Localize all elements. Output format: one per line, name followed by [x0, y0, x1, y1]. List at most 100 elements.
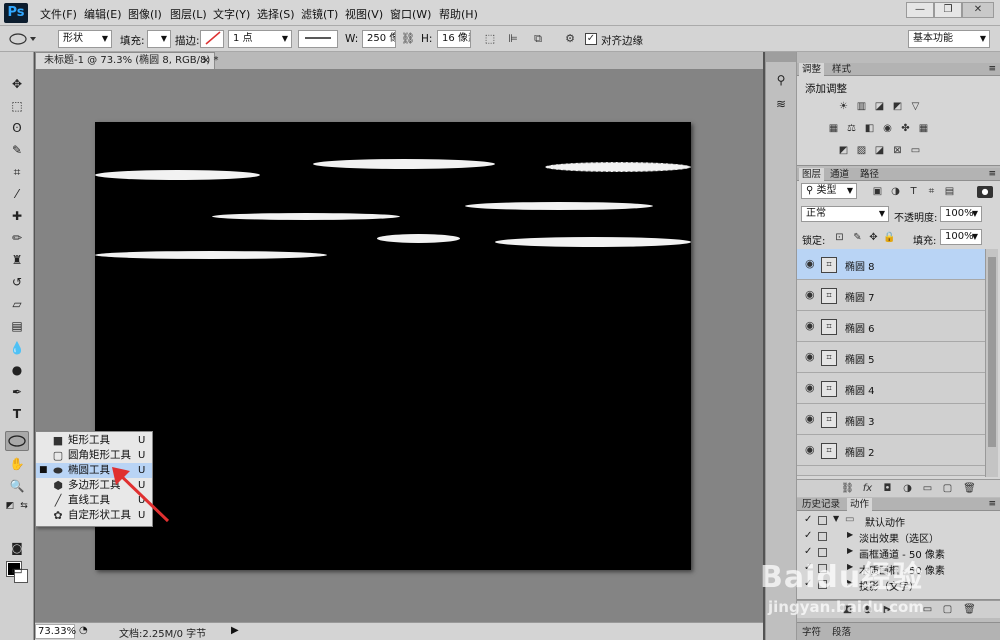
lock-transparent-icon[interactable]: ⊡	[833, 232, 846, 244]
stroke-type-select[interactable]	[298, 30, 338, 48]
eye-icon[interactable]: ◉	[805, 412, 815, 425]
tool-preset-picker[interactable]	[6, 31, 38, 47]
ellipse-shape[interactable]	[212, 213, 400, 220]
tab-layers[interactable]: 图层	[799, 168, 825, 181]
hue-saturation-icon[interactable]: ▦	[827, 123, 840, 135]
eraser-tool-icon[interactable]: ▱	[9, 296, 25, 312]
crop-tool-icon[interactable]: ⌗	[9, 164, 25, 180]
flyout-item-rectangle[interactable]: ■ 矩形工具 U	[36, 433, 152, 448]
vibrance-icon[interactable]: ▽	[909, 101, 922, 113]
lasso-tool-icon[interactable]: ʘ	[9, 120, 25, 136]
fx-icon[interactable]: fx	[861, 482, 874, 495]
curves-icon[interactable]: ◪	[873, 101, 886, 113]
align-edges-checkbox[interactable]: ✓	[585, 33, 597, 45]
menu-file[interactable]: 文件(F)	[40, 6, 77, 22]
stroke-swatch[interactable]	[200, 30, 224, 48]
hand-tool-icon[interactable]: ✋	[9, 456, 25, 472]
channel-mixer-icon[interactable]: ✤	[899, 123, 912, 135]
layer-row[interactable]: ◉ ⌗ 椭圆 6	[797, 311, 985, 342]
menu-view[interactable]: 视图(V)	[345, 6, 383, 22]
filter-type-icon[interactable]: T	[907, 186, 920, 198]
document-canvas[interactable]	[95, 122, 691, 570]
filter-shape-icon[interactable]: ⌗	[925, 186, 938, 198]
type-tool-icon[interactable]: T	[9, 406, 25, 422]
ellipse-shape[interactable]	[495, 237, 691, 247]
zoom-tool-icon[interactable]: 🔍	[9, 478, 25, 494]
height-field[interactable]: 16 像素	[437, 30, 471, 48]
default-colors-icon[interactable]: ◩	[4, 498, 16, 511]
path-arrangement-icon[interactable]: ⧉	[530, 31, 546, 47]
color-balance-icon[interactable]: ⚖	[845, 123, 858, 135]
minimize-button[interactable]: —	[906, 2, 934, 18]
action-row[interactable]: ✓ ▼ ▭ 默认动作	[797, 513, 987, 529]
eye-icon[interactable]: ◉	[805, 443, 815, 456]
eyedropper-tool-icon[interactable]: ⁄	[9, 186, 25, 202]
status-info-icon[interactable]: ◔	[79, 625, 88, 636]
menu-image[interactable]: 图像(I)	[128, 6, 162, 22]
black-white-icon[interactable]: ◧	[863, 123, 876, 135]
gradient-map-icon[interactable]: ▭	[909, 145, 922, 157]
eye-icon[interactable]: ◉	[805, 350, 815, 363]
layers-scrollbar[interactable]	[985, 249, 998, 477]
filter-pixel-icon[interactable]: ▣	[871, 186, 884, 198]
layer-filter-select[interactable]: ⚲ 类型 ▼	[801, 183, 857, 199]
marquee-tool-icon[interactable]: ⬚	[9, 98, 25, 114]
eye-icon[interactable]: ◉	[805, 381, 815, 394]
opacity-field[interactable]: 100% ▼	[940, 206, 982, 222]
photo-filter-icon[interactable]: ◉	[881, 123, 894, 135]
document-tab[interactable]: 未标题-1 @ 73.3% (椭圆 8, RGB/8) * ×	[35, 52, 218, 69]
swap-colors-icon[interactable]: ⇆	[18, 498, 30, 511]
restore-button[interactable]: ❐	[934, 2, 962, 18]
ellipse-shape[interactable]	[465, 202, 653, 210]
color-lookup-icon[interactable]: ▦	[917, 123, 930, 135]
menu-select[interactable]: 选择(S)	[257, 6, 295, 22]
threshold-icon[interactable]: ◪	[873, 145, 886, 157]
group-folder-icon[interactable]: ▭	[921, 482, 934, 495]
menu-filter[interactable]: 滤镜(T)	[301, 6, 338, 22]
dialog-toggle-box[interactable]	[818, 516, 827, 525]
menu-layer[interactable]: 图层(L)	[170, 6, 207, 22]
filter-smart-object-icon[interactable]: ▤	[943, 186, 956, 198]
layer-row[interactable]: ◉ ⌗ 椭圆 3	[797, 404, 985, 435]
tab-history[interactable]: 历史记录	[799, 498, 843, 511]
layer-row-partial[interactable]	[797, 466, 985, 476]
workspace-select[interactable]: 基本功能 ▼	[908, 30, 990, 48]
trash-icon[interactable]: 🗑	[963, 482, 976, 495]
brush-presets-icon[interactable]: ⚲	[773, 72, 789, 88]
ellipse-shape[interactable]	[95, 251, 327, 259]
eye-icon[interactable]: ◉	[805, 319, 815, 332]
levels-icon[interactable]: ▥	[855, 101, 868, 113]
menu-type[interactable]: 文字(Y)	[213, 6, 250, 22]
fill-field[interactable]: 100% ▼	[940, 229, 982, 245]
lock-all-icon[interactable]: 🔒	[883, 232, 896, 244]
layer-row[interactable]: ◉ ⌗ 椭圆 5	[797, 342, 985, 373]
brightness-icon[interactable]: ☀	[837, 101, 850, 113]
ellipse-shape[interactable]	[313, 159, 495, 169]
close-button[interactable]: ✕	[962, 2, 994, 18]
document-tab-close-icon[interactable]: ×	[202, 53, 210, 68]
tab-styles[interactable]: 样式	[829, 63, 854, 76]
dodge-tool-icon[interactable]: ●	[9, 362, 25, 378]
blend-mode-select[interactable]: 正常 ▼	[801, 206, 889, 222]
layer-row[interactable]: ◉ ⌗ 椭圆 2	[797, 435, 985, 466]
path-alignment-icon[interactable]: ⊫	[505, 31, 521, 47]
menu-edit[interactable]: 编辑(E)	[84, 6, 122, 22]
status-menu-arrow-icon[interactable]: ▶	[231, 625, 239, 636]
mode-select[interactable]: 形状 ▼	[58, 30, 112, 48]
pen-tool-icon[interactable]: ✒	[9, 384, 25, 400]
ellipse-shape[interactable]	[377, 234, 460, 243]
layer-row[interactable]: ◉ ⌗ 椭圆 7	[797, 280, 985, 311]
filter-adjustment-icon[interactable]: ◑	[889, 186, 902, 198]
eye-icon[interactable]: ◉	[805, 288, 815, 301]
adjustment-layer-icon[interactable]: ◑	[901, 482, 914, 495]
clone-stamp-tool-icon[interactable]: ♜	[9, 252, 25, 268]
move-tool-icon[interactable]: ✥	[9, 76, 25, 92]
ellipse-tool-icon[interactable]	[5, 431, 29, 451]
ellipse-shape[interactable]	[95, 170, 260, 180]
tab-channels[interactable]: 通道	[827, 168, 852, 181]
dock-grip[interactable]	[766, 52, 796, 62]
quick-selection-tool-icon[interactable]: ✎	[9, 142, 25, 158]
checkmark-icon[interactable]: ✓	[804, 530, 812, 541]
layer-mask-icon[interactable]: ◘	[881, 482, 894, 495]
menu-help[interactable]: 帮助(H)	[439, 6, 478, 22]
